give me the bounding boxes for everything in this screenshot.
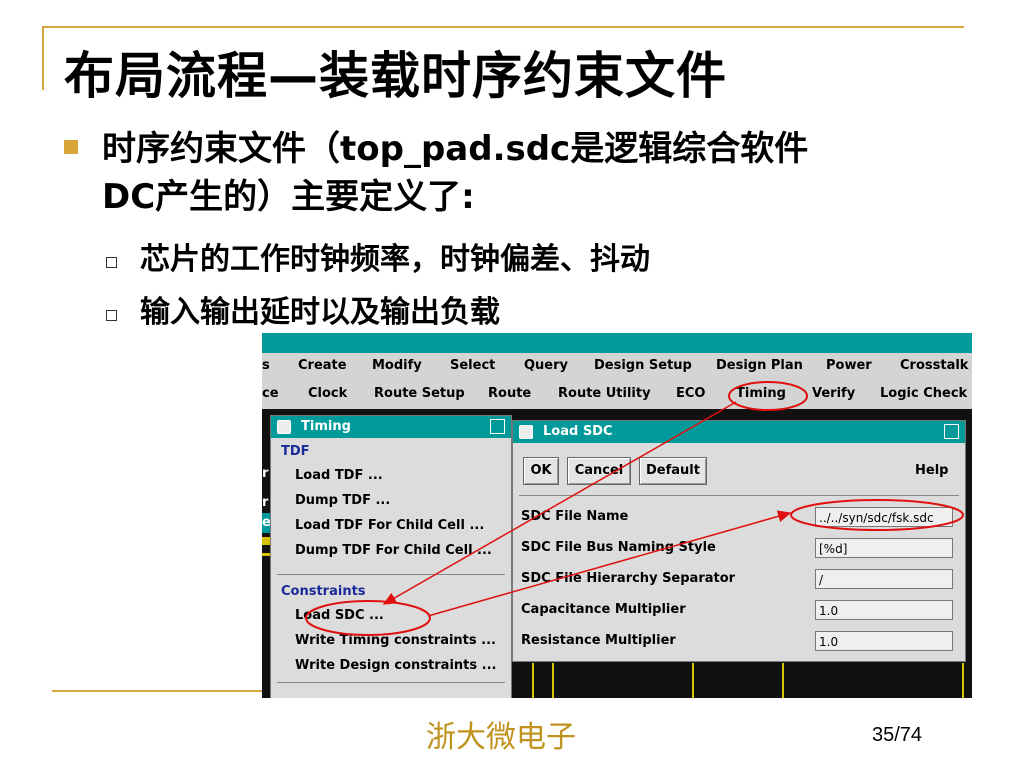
page-number: 35/74	[872, 724, 923, 746]
load-sdc-dialog: Load SDC OK Cancel Default Help SDC File…	[512, 420, 966, 662]
capacitance-multiplier-input[interactable]: 1.0	[815, 600, 953, 620]
tdf-header: TDF	[281, 444, 310, 459]
menu-load-sdc[interactable]: Load SDC ...	[295, 608, 384, 623]
hierarchy-separator-label: SDC File Hierarchy Separator	[521, 571, 736, 586]
menu-dump-tdf[interactable]: Dump TDF ...	[295, 493, 390, 508]
layout-line	[692, 663, 694, 698]
constraints-header: Constraints	[281, 584, 366, 599]
side-letter: r	[262, 495, 269, 510]
bus-naming-style-label: SDC File Bus Naming Style	[521, 540, 716, 555]
menubar-bottom: ce Clock Route Setup Route Route Utility…	[262, 381, 972, 409]
menu-item[interactable]: ce	[262, 386, 279, 401]
cancel-button[interactable]: Cancel	[567, 457, 631, 485]
layout-line	[532, 663, 534, 698]
menu-dump-tdf-child[interactable]: Dump TDF For Child Cell ...	[295, 543, 492, 558]
maximize-icon[interactable]	[490, 419, 505, 434]
menu-design-setup[interactable]: Design Setup	[594, 358, 692, 373]
ok-button[interactable]: OK	[523, 457, 559, 485]
sub-bullet-box	[106, 310, 117, 321]
sub-bullet-1: 芯片的工作时钟频率，时钟偏差、抖动	[140, 242, 650, 277]
software-screenshot: s Create Modify Select Query Design Setu…	[262, 333, 972, 698]
bullet-1-line-1: 时序约束文件（top_pad.sdc是逻辑综合软件	[102, 129, 809, 169]
top-rule	[42, 26, 964, 28]
menu-write-timing-constraints[interactable]: Write Timing constraints ...	[295, 633, 496, 648]
bullet-1-line-2: DC产生的）主要定义了:	[102, 177, 475, 217]
menu-clock[interactable]: Clock	[308, 386, 347, 401]
menu-load-tdf-child[interactable]: Load TDF For Child Cell ...	[295, 518, 484, 533]
menu-create[interactable]: Create	[298, 358, 347, 373]
app-title-bar	[262, 333, 972, 353]
layout-line	[962, 663, 964, 698]
menu-verify[interactable]: Verify	[812, 386, 855, 401]
capacitance-multiplier-label: Capacitance Multiplier	[521, 602, 686, 617]
menu-separator	[277, 574, 505, 575]
window-menu-icon[interactable]	[277, 420, 291, 434]
menu-logic-check[interactable]: Logic Check	[880, 386, 967, 401]
timing-window-titlebar[interactable]: Timing	[271, 416, 511, 438]
menu-power[interactable]: Power	[826, 358, 872, 373]
menu-route-setup[interactable]: Route Setup	[374, 386, 465, 401]
menu-route[interactable]: Route	[488, 386, 531, 401]
menu-separator	[277, 682, 505, 683]
menu-timing[interactable]: Timing	[736, 386, 786, 401]
menu-query[interactable]: Query	[524, 358, 568, 373]
bus-naming-style-input[interactable]: [%d]	[815, 538, 953, 558]
timing-window-title: Timing	[301, 419, 351, 434]
resistance-multiplier-label: Resistance Multiplier	[521, 633, 676, 648]
maximize-icon[interactable]	[944, 424, 959, 439]
menu-item[interactable]: s	[262, 358, 270, 373]
menu-route-utility[interactable]: Route Utility	[558, 386, 651, 401]
layout-line	[552, 663, 554, 698]
menu-load-tdf[interactable]: Load TDF ...	[295, 468, 383, 483]
hierarchy-separator-input[interactable]: /	[815, 569, 953, 589]
menubar-top: s Create Modify Select Query Design Setu…	[262, 353, 972, 382]
dialog-separator	[519, 495, 959, 496]
bottom-rule	[52, 690, 262, 692]
layout-mark	[262, 553, 270, 556]
left-rule	[42, 26, 44, 90]
load-sdc-titlebar[interactable]: Load SDC	[513, 421, 965, 443]
menu-select[interactable]: Select	[450, 358, 495, 373]
resistance-multiplier-input[interactable]: 1.0	[815, 631, 953, 651]
sub-bullet-box	[106, 257, 117, 268]
layout-mark	[262, 537, 270, 545]
window-menu-icon[interactable]	[519, 425, 533, 439]
bullet-square	[64, 140, 78, 154]
menu-eco[interactable]: ECO	[676, 386, 705, 401]
footer-org: 浙大微电子	[426, 720, 576, 755]
default-button[interactable]: Default	[639, 457, 707, 485]
slide-title: 布局流程—装载时序约束文件	[64, 47, 727, 105]
menu-crosstalk[interactable]: Crosstalk	[900, 358, 968, 373]
menu-write-design-constraints[interactable]: Write Design constraints ...	[295, 658, 496, 673]
help-button[interactable]: Help	[915, 463, 948, 478]
menu-modify[interactable]: Modify	[372, 358, 422, 373]
layout-line	[782, 663, 784, 698]
side-letter: r	[262, 466, 269, 481]
sdc-file-name-input[interactable]: ../../syn/sdc/fsk.sdc	[815, 507, 953, 527]
timing-menu-window: Timing TDF Load TDF ... Dump TDF ... Loa…	[270, 415, 512, 698]
load-sdc-title: Load SDC	[543, 424, 613, 439]
sub-bullet-2: 输入输出延时以及输出负载	[140, 295, 500, 330]
sdc-file-name-label: SDC File Name	[521, 509, 629, 524]
menu-design-plan[interactable]: Design Plan	[716, 358, 803, 373]
